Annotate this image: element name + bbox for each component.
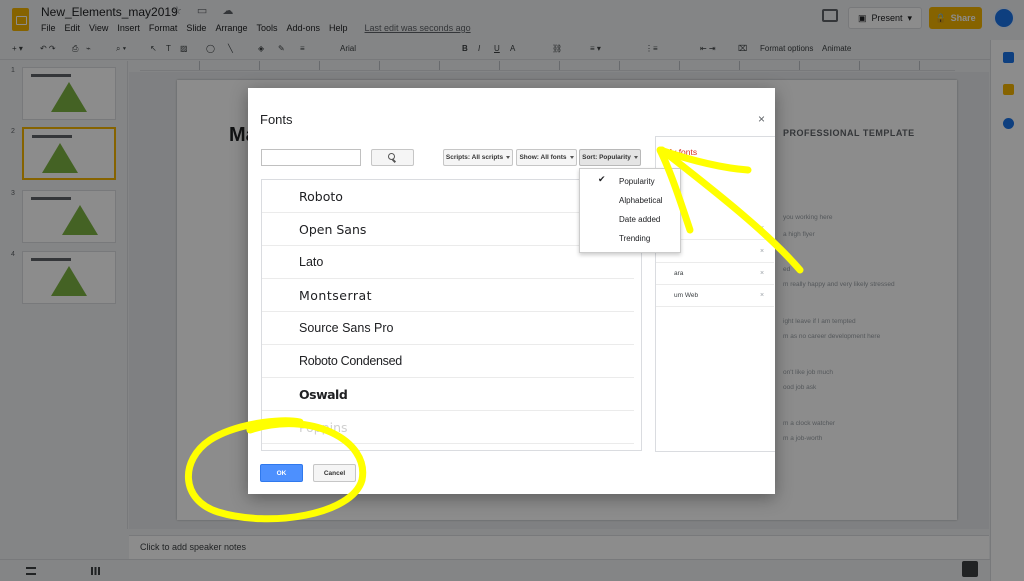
scripts-filter-label: Scripts: All scripts xyxy=(445,154,504,161)
sort-dropdown-menu: ✔ Popularity Alphabetical Date added Tre… xyxy=(579,168,681,253)
font-option[interactable]: Roboto Condensed xyxy=(262,345,634,378)
close-icon[interactable]: × xyxy=(758,112,765,126)
sort-option-popularity[interactable]: Popularity xyxy=(580,172,680,191)
show-filter-button[interactable]: Show: All fonts xyxy=(516,149,577,166)
remove-icon[interactable]: × xyxy=(760,248,764,255)
ok-button[interactable]: OK xyxy=(260,464,303,482)
font-option[interactable]: Poppins xyxy=(262,411,634,444)
font-search-input[interactable] xyxy=(261,149,361,166)
font-option[interactable]: Source Sans Pro xyxy=(262,312,634,345)
show-filter-label: Show: All fonts xyxy=(519,154,567,161)
sort-option-trending[interactable]: Trending xyxy=(580,229,680,248)
my-font-item[interactable]: um Web × xyxy=(656,285,774,307)
cancel-button[interactable]: Cancel xyxy=(313,464,356,482)
my-font-label: ara xyxy=(674,270,684,277)
font-option[interactable]: Montserrat xyxy=(262,279,634,312)
remove-icon[interactable]: × xyxy=(760,270,764,277)
my-font-item[interactable]: ara × xyxy=(656,263,774,285)
scripts-filter-button[interactable]: Scripts: All scripts xyxy=(443,149,513,166)
sort-filter-label: Sort: Popularity xyxy=(582,154,631,161)
sort-option-alphabetical[interactable]: Alphabetical xyxy=(580,191,680,210)
sort-option-date-added[interactable]: Date added xyxy=(580,210,680,229)
font-option[interactable]: Oswald xyxy=(262,378,634,411)
sort-filter-button[interactable]: Sort: Popularity xyxy=(579,149,641,166)
my-font-label: um Web xyxy=(674,292,699,299)
search-icon xyxy=(388,153,395,160)
chevron-down-icon xyxy=(569,156,574,159)
chevron-down-icon xyxy=(506,156,511,159)
search-button[interactable] xyxy=(371,149,414,166)
my-fonts-title: My fonts xyxy=(665,147,698,157)
remove-icon[interactable]: × xyxy=(760,225,764,232)
dialog-title: Fonts xyxy=(260,112,293,127)
remove-icon[interactable]: × xyxy=(760,292,764,299)
chevron-down-icon xyxy=(633,156,638,159)
fonts-dialog: Fonts × Scripts: All scripts Show: All f… xyxy=(248,88,775,494)
